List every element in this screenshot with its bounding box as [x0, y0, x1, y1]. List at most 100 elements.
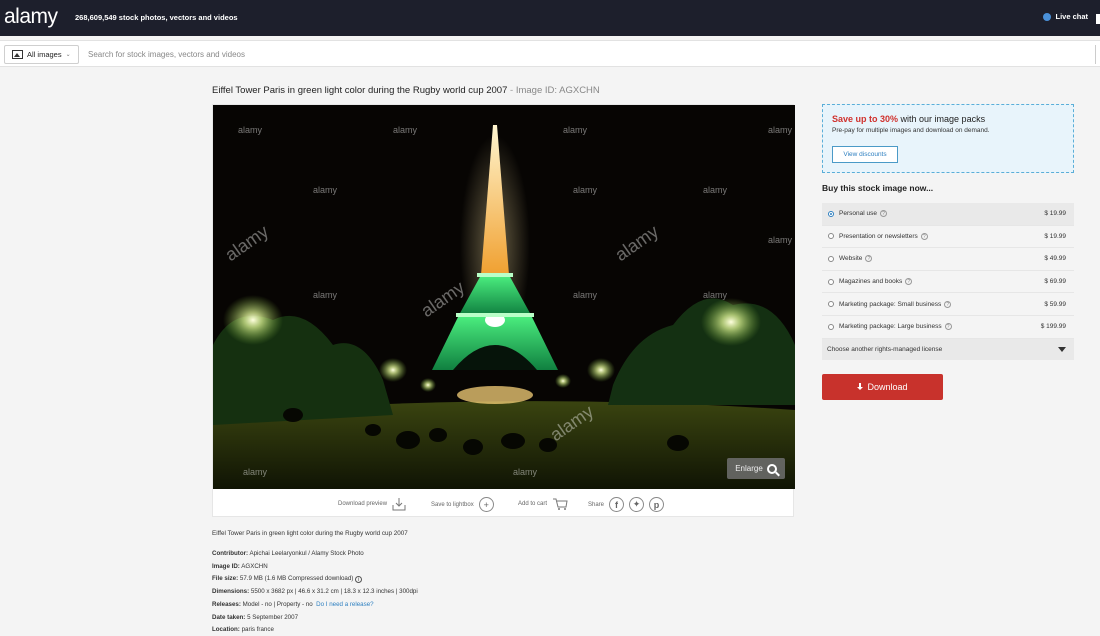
download-icon — [392, 498, 406, 511]
download-label: Download — [867, 382, 908, 392]
file-size-label: File size: — [212, 575, 239, 583]
image-icon — [12, 50, 23, 59]
radio-button[interactable] — [828, 323, 834, 330]
download-preview-button[interactable]: Download preview — [338, 497, 406, 511]
promo-subtitle: Pre-pay for multiple images and download… — [832, 127, 990, 134]
watermark-a: alamy — [703, 290, 728, 300]
contributor-row: Contributor: Apichai Leelaryonkul / Alam… — [212, 548, 418, 561]
radio-button[interactable] — [828, 301, 834, 308]
cart-icon — [553, 498, 568, 510]
help-icon[interactable]: ? — [879, 210, 887, 218]
license-price: $ 49.99 — [1044, 255, 1066, 263]
image-details: Contributor: Apichai Leelaryonkul / Alam… — [212, 548, 418, 636]
watermark-a: alamy — [768, 125, 793, 135]
twitter-icon[interactable]: ✦ — [629, 497, 645, 512]
download-preview-label: Download preview — [338, 501, 388, 507]
releases-label: Releases: — [212, 600, 241, 608]
title-separator: - — [507, 85, 516, 96]
license-label: Marketing package: Small business — [839, 300, 942, 308]
search-input[interactable] — [88, 46, 988, 63]
promo-highlight: Save up to 30% — [832, 114, 899, 124]
license-label: Presentation or newsletters — [839, 232, 918, 240]
license-label: Website — [839, 255, 863, 263]
license-price: $ 19.99 — [1044, 232, 1066, 240]
image-id-label: Image ID: — [212, 562, 240, 570]
help-icon[interactable]: ? — [920, 232, 928, 240]
license-option-magazines[interactable]: Magazines and books? $ 69.99 — [822, 271, 1074, 294]
triangle-down-icon — [1058, 346, 1066, 352]
date-taken-row: Date taken: 5 September 2007 — [212, 612, 418, 625]
other-license-dropdown[interactable]: Choose another rights-managed license — [822, 338, 1074, 360]
watermark-a: alamy — [573, 290, 598, 300]
watermark-a: alamy — [238, 125, 263, 135]
license-label: Magazines and books — [839, 278, 903, 286]
save-to-lightbox-button[interactable]: Save to lightbox + — [431, 497, 494, 512]
watermark-a: alamy — [243, 467, 268, 477]
promo-heading: Save up to 30% with our image packs — [832, 114, 985, 124]
location-label: Location: — [212, 626, 240, 634]
dimensions-row: Dimensions: 5500 x 3682 px | 46.6 x 31.2… — [212, 586, 418, 599]
live-chat-button[interactable]: Live chat — [1043, 12, 1088, 21]
license-option-personal-use[interactable]: Personal use? $ 19.99 — [822, 203, 1074, 226]
top-navigation-bar: alamy 268,609,549 stock photos, vectors … — [0, 0, 1100, 36]
help-icon[interactable]: ? — [944, 300, 952, 308]
pinterest-icon[interactable]: p — [649, 497, 665, 512]
help-icon[interactable]: ? — [865, 255, 873, 263]
date-taken-label: Date taken: — [212, 613, 246, 621]
category-dropdown[interactable]: All images ⌄ — [4, 45, 79, 64]
share-label: Share — [588, 501, 605, 508]
license-label: Personal use — [839, 210, 877, 218]
license-option-small-business[interactable]: Marketing package: Small business? $ 59.… — [822, 293, 1074, 316]
image-id-value: AGXCHN — [241, 562, 268, 570]
download-button[interactable]: Download — [822, 374, 943, 400]
download-icon — [857, 383, 864, 391]
file-size-value: 57.9 MB (1.6 MB Compressed download) — [239, 575, 354, 583]
radio-button[interactable] — [828, 210, 834, 217]
radio-button[interactable] — [828, 255, 834, 262]
help-icon[interactable]: ? — [944, 323, 952, 331]
image-id-row: Image ID: AGXCHN — [212, 561, 418, 574]
image-pack-promo: Save up to 30% with our image packs Pre-… — [822, 104, 1074, 173]
watermark-a: alamy — [703, 185, 728, 195]
stock-photo[interactable]: alamy alamy alamy alamy alamy alamy alam… — [213, 105, 795, 489]
watermark-a: alamy — [393, 125, 418, 135]
dimensions-label: Dimensions: — [212, 588, 250, 596]
contributor-value: Apichai Leelaryonkul / Alamy Stock Photo — [249, 550, 364, 557]
radio-button[interactable] — [828, 233, 834, 240]
contributor-label: Contributor: — [212, 550, 249, 557]
license-option-website[interactable]: Website? $ 49.99 — [822, 248, 1074, 271]
facebook-icon[interactable]: f — [609, 497, 625, 512]
page-title: Eiffel Tower Paris in green light color … — [212, 85, 600, 96]
release-help-link[interactable]: Do I need a release? — [316, 601, 373, 608]
promo-heading-rest: with our image packs — [898, 114, 986, 124]
releases-row: Releases: Model - no | Property - no Do … — [212, 599, 418, 612]
license-price: $ 199.99 — [1040, 323, 1066, 331]
enlarge-button[interactable]: Enlarge — [727, 458, 785, 479]
image-caption: Eiffel Tower Paris in green light color … — [212, 530, 408, 537]
license-price: $ 59.99 — [1044, 300, 1066, 308]
license-label: Marketing package: Large business — [839, 323, 942, 331]
license-option-presentation[interactable]: Presentation or newsletters? $ 19.99 — [822, 226, 1074, 249]
image-title: Eiffel Tower Paris in green light color … — [212, 85, 508, 96]
other-license-label: Choose another rights-managed license — [827, 345, 943, 353]
plus-circle-icon: + — [478, 497, 494, 512]
info-icon[interactable]: i — [355, 576, 363, 584]
search-bar: All images ⌄ — [0, 40, 1100, 67]
buy-heading: Buy this stock image now... — [822, 183, 934, 193]
watermark-a: alamy — [313, 290, 338, 300]
alamy-logo[interactable]: alamy — [4, 5, 58, 29]
help-icon[interactable]: ? — [905, 278, 913, 286]
watermark-a: alamy — [573, 185, 598, 195]
license-options: Personal use? $ 19.99 Presentation or ne… — [822, 203, 1074, 360]
watermark-a: alamy — [768, 235, 793, 245]
save-to-lightbox-label: Save to lightbox — [431, 501, 474, 508]
license-option-large-business[interactable]: Marketing package: Large business? $ 199… — [822, 316, 1074, 339]
date-taken-value: 5 September 2007 — [247, 613, 299, 621]
category-label: All images — [27, 50, 62, 59]
radio-button[interactable] — [828, 278, 834, 285]
search-edge — [1095, 45, 1100, 64]
image-id-label: Image ID: AGXCHN — [515, 85, 600, 96]
chevron-down-icon: ⌄ — [65, 52, 71, 58]
add-to-cart-button[interactable]: Add to cart — [518, 497, 568, 511]
view-discounts-button[interactable]: View discounts — [832, 146, 898, 163]
